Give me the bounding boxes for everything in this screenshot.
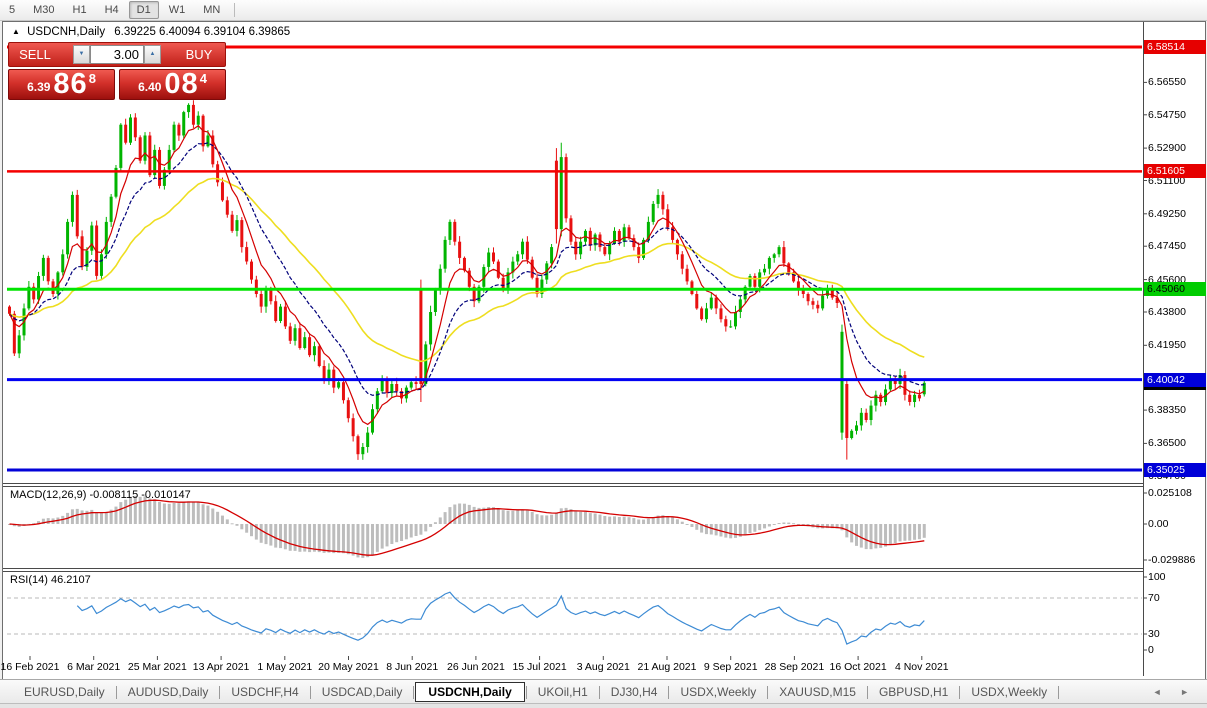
- tab-separator: [668, 686, 669, 699]
- price-axis-tick: 6.49250: [1148, 208, 1186, 220]
- chart-tab-audusd-daily[interactable]: AUDUSD,Daily: [118, 682, 219, 702]
- chart-tab-usdx-weekly[interactable]: USDX,Weekly: [670, 682, 766, 702]
- chart-tab-xauusd-m15[interactable]: XAUUSD,M15: [769, 682, 866, 702]
- buy-button[interactable]: BUY: [173, 47, 225, 62]
- macd-label: MACD(12,26,9) -0.008115 -0.010147: [10, 489, 191, 501]
- chart-tab-usdcnh-daily[interactable]: USDCNH,Daily: [415, 682, 524, 702]
- price-axis-tick: 6.38350: [1148, 404, 1186, 416]
- hline-price-label: 6.40042: [1144, 373, 1206, 387]
- bid-price-big: 86: [53, 71, 87, 98]
- tab-separator: [219, 686, 220, 699]
- chart-tab-dj30-h4[interactable]: DJ30,H4: [601, 682, 668, 702]
- rsi-pane-separator[interactable]: [3, 568, 1143, 572]
- date-axis-label: 1 May 2021: [250, 661, 320, 673]
- date-axis-label: 25 Mar 2021: [122, 661, 192, 673]
- chart-tab-eurusd-daily[interactable]: EURUSD,Daily: [14, 682, 115, 702]
- tab-separator: [959, 686, 960, 699]
- date-axis-label: 9 Sep 2021: [696, 661, 766, 673]
- macd-pane-separator[interactable]: [3, 483, 1143, 487]
- date-axis-label: 15 Jul 2021: [505, 661, 575, 673]
- ask-price-big: 08: [164, 71, 198, 98]
- price-axis-tick: 6.41950: [1148, 339, 1186, 351]
- rsi-axis-label: 0: [1148, 644, 1154, 656]
- date-axis-label: 6 Mar 2021: [59, 661, 129, 673]
- tab-separator: [413, 686, 414, 699]
- timeframe-button-d1[interactable]: D1: [129, 1, 159, 19]
- date-axis-label: 4 Nov 2021: [887, 661, 957, 673]
- rsi-label: RSI(14) 46.2107: [10, 574, 91, 586]
- tab-separator: [867, 686, 868, 699]
- timeframe-button-m30[interactable]: M30: [25, 1, 62, 19]
- chart-tab-gbpusd-h1[interactable]: GBPUSD,H1: [869, 682, 958, 702]
- collapse-triangle-icon[interactable]: ▲: [12, 27, 20, 36]
- ask-price-tile[interactable]: 6.40 08 4: [119, 69, 226, 100]
- chart-ohlc: 6.39225 6.40094 6.39104 6.39865: [114, 26, 290, 38]
- chart-tab-usdx-weekly[interactable]: USDX,Weekly: [961, 682, 1057, 702]
- price-axis-tick: 6.36500: [1148, 437, 1186, 449]
- bid-price-sup: 8: [89, 71, 96, 86]
- hline-price-label: 6.45060: [1144, 282, 1206, 296]
- date-axis-label: 13 Apr 2021: [186, 661, 256, 673]
- timeframe-button-w1[interactable]: W1: [161, 1, 194, 19]
- price-axis-line: [1143, 22, 1144, 676]
- date-axis-label: 3 Aug 2021: [568, 661, 638, 673]
- tab-separator: [116, 686, 117, 699]
- tab-scroll-arrows[interactable]: ◄ ►: [1153, 687, 1197, 697]
- chart-window: [2, 21, 1206, 680]
- volume-increase-button[interactable]: ▲: [144, 45, 161, 64]
- macd-axis-label: 0.00: [1148, 518, 1168, 530]
- chart-title: ▲ USDCNH,Daily 6.39225 6.40094 6.39104 6…: [12, 26, 290, 38]
- macd-axis-label: -0.029886: [1148, 554, 1195, 566]
- bid-price-small: 6.39: [27, 80, 50, 94]
- price-axis-tick: 6.43800: [1148, 306, 1186, 318]
- volume-decrease-button[interactable]: ▼: [73, 45, 90, 64]
- chart-tab-usdcad-daily[interactable]: USDCAD,Daily: [312, 682, 413, 702]
- rsi-axis-label: 30: [1148, 628, 1160, 640]
- tab-separator: [310, 686, 311, 699]
- tab-separator: [526, 686, 527, 699]
- sell-button[interactable]: SELL: [9, 47, 61, 62]
- volume-input[interactable]: 3.00: [90, 45, 144, 64]
- date-axis-label: 21 Aug 2021: [632, 661, 702, 673]
- macd-axis-label: 0.025108: [1148, 487, 1192, 499]
- symbol-tab-bar: EURUSD,DailyAUDUSD,DailyUSDCHF,H4USDCAD,…: [0, 679, 1207, 704]
- date-axis-label: 16 Oct 2021: [823, 661, 893, 673]
- price-axis-tick: 6.47450: [1148, 240, 1186, 252]
- bid-price-tile[interactable]: 6.39 86 8: [8, 69, 115, 100]
- tab-separator: [599, 686, 600, 699]
- date-axis-label: 28 Sep 2021: [759, 661, 829, 673]
- hline-price-label: 6.51605: [1144, 164, 1206, 178]
- timeframe-button-h4[interactable]: H4: [97, 1, 127, 19]
- timeframe-button-mn[interactable]: MN: [195, 1, 228, 19]
- timeframe-button-h1[interactable]: H1: [65, 1, 95, 19]
- chart-tab-usdchf-h4[interactable]: USDCHF,H4: [221, 682, 308, 702]
- rsi-axis-label: 70: [1148, 592, 1160, 604]
- price-axis-tick: 6.56550: [1148, 76, 1186, 88]
- window-bottom-strip: [0, 703, 1207, 708]
- ask-price-small: 6.40: [138, 80, 161, 94]
- hline-price-label: 6.35025: [1144, 463, 1206, 477]
- timeframe-button-5[interactable]: 5: [1, 1, 23, 19]
- rsi-axis-label: 100: [1148, 571, 1166, 583]
- date-axis-label: 8 Jun 2021: [377, 661, 447, 673]
- chart-symbol: USDCNH,Daily: [27, 26, 105, 38]
- ask-price-sup: 4: [200, 71, 207, 86]
- chart-tab-ukoil-h1[interactable]: UKOil,H1: [528, 682, 598, 702]
- price-axis-tick: 6.52900: [1148, 142, 1186, 154]
- date-axis-label: 26 Jun 2021: [441, 661, 511, 673]
- tab-separator: [767, 686, 768, 699]
- one-click-trade-panel: SELL ▼ 3.00 ▲ BUY 6.39 86 8 6.40 08 4: [8, 42, 226, 100]
- hline-price-label: 6.58514: [1144, 40, 1206, 54]
- date-axis-label: 20 May 2021: [314, 661, 384, 673]
- toolbar-separator: [234, 3, 235, 17]
- price-axis-tick: 6.54750: [1148, 109, 1186, 121]
- timeframe-toolbar: 5M30H1H4D1W1MN: [0, 0, 1207, 21]
- date-axis-label: 16 Feb 2021: [0, 661, 65, 673]
